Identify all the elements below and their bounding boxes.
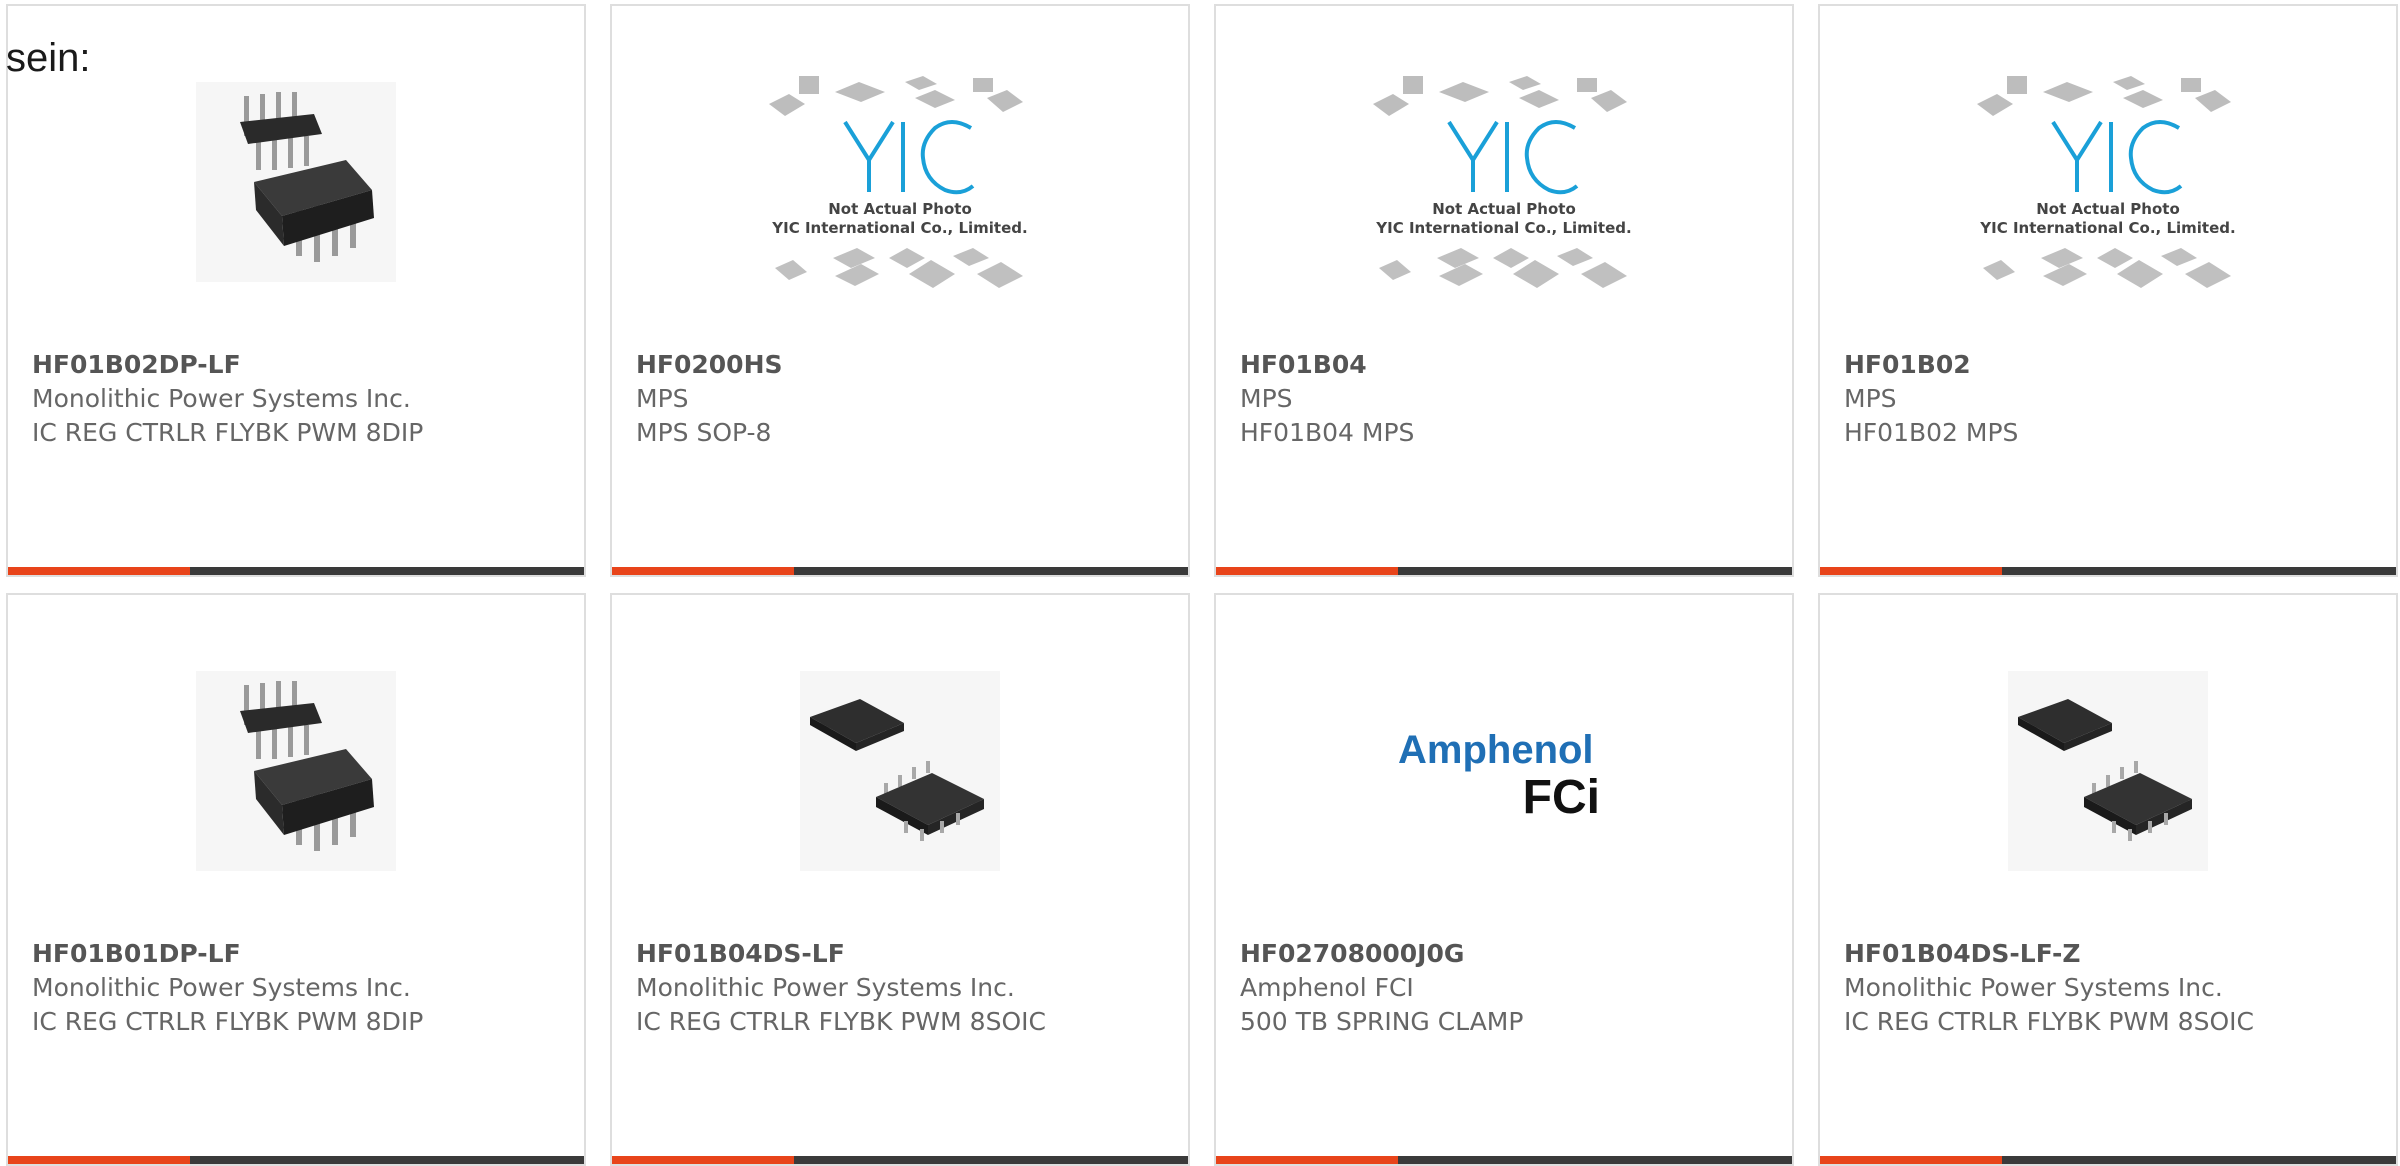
part-number-link[interactable]: HF02708000J0G <box>1240 937 1772 971</box>
card-bottom-accent <box>1216 1156 1398 1164</box>
product-card[interactable]: Not Actual Photo YIC International Co., … <box>1818 4 2398 577</box>
product-image[interactable] <box>8 62 584 302</box>
soic8-chip-icon <box>2008 671 2208 871</box>
part-number-link[interactable]: HF01B02DP-LF <box>32 348 564 382</box>
manufacturer: Amphenol FCI <box>1240 973 1414 1002</box>
description: IC REG CTRLR FLYBK PWM 8SOIC <box>1844 1007 2254 1036</box>
description: 500 TB SPRING CLAMP <box>1240 1007 1524 1036</box>
description: IC REG CTRLR FLYBK PWM 8SOIC <box>636 1007 1046 1036</box>
part-number-link[interactable]: HF01B04DS-LF-Z <box>1844 937 2376 971</box>
logo-line-2: FCi <box>1523 771 1600 824</box>
part-number-link[interactable]: HF01B04 <box>1240 348 1772 382</box>
card-bottom-accent <box>612 1156 794 1164</box>
product-image[interactable]: Amphenol FCi <box>1216 651 1792 891</box>
part-number-link[interactable]: HF0200HS <box>636 348 1168 382</box>
product-grid: HF01B02DP-LF Monolithic Power Systems In… <box>6 4 2398 1166</box>
card-bottom-bar <box>1820 1156 2396 1164</box>
card-bottom-bar <box>1820 567 2396 575</box>
card-bottom-bar <box>8 567 584 575</box>
card-bottom-accent <box>1820 1156 2002 1164</box>
card-bottom-bar <box>1216 1156 1792 1164</box>
card-bottom-accent <box>1216 567 1398 575</box>
photo-caption-1: Not Actual Photo <box>828 200 972 218</box>
part-number-link[interactable]: HF01B01DP-LF <box>32 937 564 971</box>
card-bottom-accent <box>1820 567 2002 575</box>
product-info: HF01B02DP-LF Monolithic Power Systems In… <box>32 348 564 450</box>
product-image[interactable]: Not Actual Photo YIC International Co., … <box>612 62 1188 302</box>
product-info: HF01B04DS-LF Monolithic Power Systems In… <box>636 937 1168 1039</box>
card-bottom-bar <box>612 1156 1188 1164</box>
card-bottom-bar <box>1216 567 1792 575</box>
manufacturer: Monolithic Power Systems Inc. <box>32 384 411 413</box>
manufacturer: Monolithic Power Systems Inc. <box>636 973 1015 1002</box>
product-info: HF01B01DP-LF Monolithic Power Systems In… <box>32 937 564 1039</box>
manufacturer: MPS <box>636 384 689 413</box>
photo-caption-2: YIC International Co., Limited. <box>771 219 1027 237</box>
soic8-chip-icon <box>800 671 1000 871</box>
description: IC REG CTRLR FLYBK PWM 8DIP <box>32 418 424 447</box>
description: IC REG CTRLR FLYBK PWM 8DIP <box>32 1007 424 1036</box>
dip8-chip-icon <box>196 671 396 871</box>
photo-caption-2: YIC International Co., Limited. <box>1375 219 1631 237</box>
product-card[interactable]: HF01B01DP-LF Monolithic Power Systems In… <box>6 593 586 1166</box>
product-card[interactable]: Not Actual Photo YIC International Co., … <box>1214 4 1794 577</box>
product-info: HF0200HS MPS MPS SOP-8 <box>636 348 1168 450</box>
lead-text: sein: <box>6 36 91 80</box>
manufacturer: MPS <box>1844 384 1897 413</box>
manufacturer: MPS <box>1240 384 1293 413</box>
photo-caption-1: Not Actual Photo <box>1432 200 1576 218</box>
part-number-link[interactable]: HF01B04DS-LF <box>636 937 1168 971</box>
card-bottom-accent <box>8 1156 190 1164</box>
product-image[interactable] <box>1820 651 2396 891</box>
dip8-chip-icon <box>196 82 396 282</box>
product-info: HF02708000J0G Amphenol FCI 500 TB SPRING… <box>1240 937 1772 1039</box>
product-info: HF01B04DS-LF-Z Monolithic Power Systems … <box>1844 937 2376 1039</box>
card-bottom-accent <box>612 567 794 575</box>
yic-placeholder-image: Not Actual Photo YIC International Co., … <box>1977 76 2236 288</box>
product-card[interactable]: Not Actual Photo YIC International Co., … <box>610 4 1190 577</box>
product-info: HF01B02 MPS HF01B02 MPS <box>1844 348 2376 450</box>
manufacturer: Monolithic Power Systems Inc. <box>32 973 411 1002</box>
product-image[interactable] <box>8 651 584 891</box>
card-bottom-bar <box>612 567 1188 575</box>
product-info: HF01B04 MPS HF01B04 MPS <box>1240 348 1772 450</box>
amphenol-fci-logo: Amphenol FCi <box>1398 728 1600 824</box>
photo-caption-1: Not Actual Photo <box>2036 200 2180 218</box>
product-card[interactable]: HF01B04DS-LF-Z Monolithic Power Systems … <box>1818 593 2398 1166</box>
product-image[interactable] <box>612 651 1188 891</box>
product-image[interactable]: Not Actual Photo YIC International Co., … <box>1820 62 2396 302</box>
product-image[interactable]: Not Actual Photo YIC International Co., … <box>1216 62 1792 302</box>
product-card[interactable]: Amphenol FCi HF02708000J0G Amphenol FCI … <box>1214 593 1794 1166</box>
yic-placeholder-image: Not Actual Photo YIC International Co., … <box>769 76 1028 288</box>
logo-line-1: Amphenol <box>1398 728 1594 772</box>
description: MPS SOP-8 <box>636 418 772 447</box>
photo-caption-2: YIC International Co., Limited. <box>1979 219 2235 237</box>
yic-placeholder-image: Not Actual Photo YIC International Co., … <box>1373 76 1632 288</box>
part-number-link[interactable]: HF01B02 <box>1844 348 2376 382</box>
card-bottom-accent <box>8 567 190 575</box>
card-bottom-bar <box>8 1156 584 1164</box>
description: HF01B02 MPS <box>1844 418 2019 447</box>
product-card[interactable]: HF01B04DS-LF Monolithic Power Systems In… <box>610 593 1190 1166</box>
product-card[interactable]: HF01B02DP-LF Monolithic Power Systems In… <box>6 4 586 577</box>
description: HF01B04 MPS <box>1240 418 1415 447</box>
manufacturer: Monolithic Power Systems Inc. <box>1844 973 2223 1002</box>
